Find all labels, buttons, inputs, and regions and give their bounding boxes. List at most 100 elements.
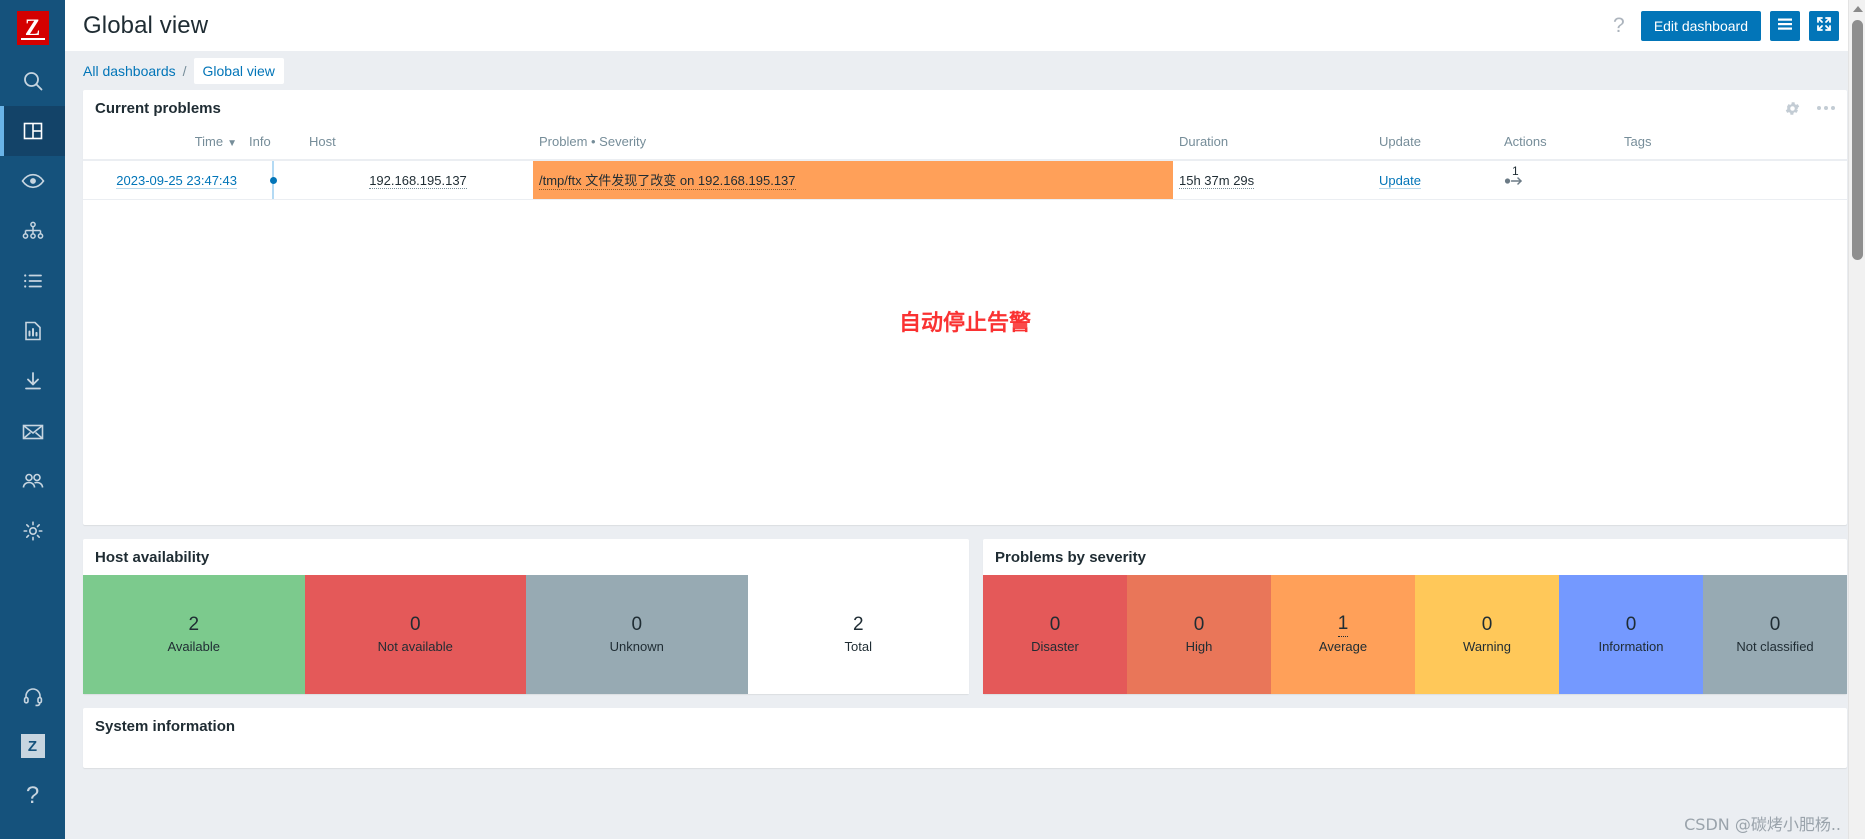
search-icon	[21, 69, 45, 93]
severity-cell-disaster[interactable]: 0 Disaster	[983, 575, 1127, 694]
sidebar-item-alerts[interactable]	[0, 406, 65, 456]
sidebar-item-reports[interactable]	[0, 306, 65, 356]
host-availability-widget: Host availability 2 Available 0 Not avai…	[83, 539, 969, 694]
action-count: 1	[1512, 163, 1519, 178]
breadcrumb-all-dashboards[interactable]: All dashboards	[83, 63, 176, 79]
dashboard-icon	[21, 119, 45, 143]
scrollbar-up-arrow-icon[interactable]	[1849, 0, 1865, 17]
problem-name-link[interactable]: /tmp/ftx 文件发现了改变 on 192.168.195.137	[539, 170, 796, 190]
sidebar-item-zabbix-site[interactable]: Z	[0, 721, 65, 771]
problem-update-link[interactable]: Update	[1379, 172, 1421, 189]
help-icon[interactable]: ?	[1606, 15, 1632, 36]
col-update: Update	[1373, 126, 1498, 161]
dashboard-menu-button[interactable]	[1770, 10, 1800, 41]
breadcrumb-current[interactable]: Global view	[193, 58, 284, 84]
page-title: Global view	[83, 11, 209, 39]
current-problems-widget: Current problems Time ▼ Info Host Proble…	[83, 90, 1847, 525]
severity-warning-count: 0	[1481, 613, 1493, 635]
cell-tags	[1618, 160, 1847, 200]
host-cell-not-available[interactable]: 0 Not available	[304, 575, 526, 694]
zabbix-logo-mark: Z	[16, 11, 49, 45]
cell-update: Update	[1373, 160, 1498, 200]
severity-cell-average[interactable]: 1 Average	[1271, 575, 1415, 694]
widget-more-icon[interactable]	[1817, 106, 1835, 110]
col-actions: Actions	[1498, 126, 1618, 161]
widget-gear-icon[interactable]	[1784, 100, 1801, 117]
top-header: Global view ? Edit dashboard	[65, 0, 1865, 52]
scrollbar-thumb[interactable]	[1852, 20, 1863, 260]
severity-high-count: 0	[1193, 613, 1205, 635]
sidebar-item-support[interactable]	[0, 671, 65, 721]
host-not-available-count: 0	[409, 613, 421, 635]
severity-average-label: Average	[1318, 639, 1368, 655]
host-available-label: Available	[167, 638, 221, 654]
problems-by-severity-header: Problems by severity	[983, 539, 1847, 575]
sidebar: Z Z ?	[0, 0, 65, 839]
severity-cell-not-classified[interactable]: 0 Not classified	[1703, 575, 1847, 694]
host-availability-title: Host availability	[95, 548, 210, 566]
problems-by-severity-widget: Problems by severity 0 Disaster 0 High 1	[983, 539, 1847, 694]
system-information-header: System information	[83, 708, 1847, 744]
headset-icon	[22, 685, 44, 707]
sidebar-item-data-collection[interactable]	[0, 356, 65, 406]
sidebar-item-monitoring[interactable]	[0, 156, 65, 206]
sidebar-item-services[interactable]	[0, 206, 65, 256]
question-icon: ?	[25, 782, 40, 809]
sidebar-item-help[interactable]: ?	[0, 771, 65, 821]
zabbix-logo[interactable]: Z	[0, 0, 65, 56]
z-badge-icon: Z	[20, 734, 45, 758]
kiosk-mode-button[interactable]	[1809, 10, 1839, 41]
col-tags: Tags	[1618, 126, 1847, 161]
severity-cell-warning[interactable]: 0 Warning	[1415, 575, 1559, 694]
edit-dashboard-button[interactable]: Edit dashboard	[1640, 10, 1761, 41]
main-area: Global view ? Edit dashboard All dashboa…	[65, 0, 1865, 839]
col-duration[interactable]: Duration	[1173, 126, 1373, 161]
breadcrumb-separator: /	[182, 63, 187, 79]
page-scrollbar[interactable]	[1848, 0, 1865, 839]
severity-not-classified-count: 0	[1769, 613, 1781, 635]
sidebar-item-users[interactable]	[0, 456, 65, 506]
host-unknown-count: 0	[631, 613, 643, 635]
col-problem-severity[interactable]: Problem • Severity	[533, 126, 1173, 161]
host-not-available-label: Not available	[377, 638, 453, 654]
col-time[interactable]: Time ▼	[83, 126, 243, 161]
host-availability-cells: 2 Available 0 Not available 0 Unknown 2 …	[83, 575, 969, 694]
action-arrow-icon: 1	[1504, 164, 1526, 188]
eye-icon	[20, 169, 46, 193]
col-host[interactable]: Host	[303, 126, 533, 161]
host-unknown-label: Unknown	[609, 638, 664, 654]
current-problems-header: Current problems	[83, 90, 1847, 126]
problem-host-link[interactable]: 192.168.195.137	[369, 172, 467, 189]
sidebar-item-dashboards[interactable]	[0, 106, 65, 156]
cell-info	[243, 160, 303, 200]
cell-actions: 1	[1498, 160, 1618, 200]
host-cell-total[interactable]: 2 Total	[747, 575, 969, 694]
host-total-count: 2	[852, 613, 864, 635]
problem-duration[interactable]: 15h 37m 29s	[1179, 172, 1255, 189]
header-actions: ? Edit dashboard	[1606, 10, 1839, 41]
col-info[interactable]: Info	[243, 126, 303, 161]
download-icon	[21, 369, 45, 393]
host-cell-available[interactable]: 2 Available	[83, 575, 305, 694]
sidebar-item-administration[interactable]	[0, 506, 65, 556]
severity-average-count[interactable]: 1	[1337, 612, 1349, 638]
problem-severity-cell: /tmp/ftx 文件发现了改变 on 192.168.195.137	[533, 161, 1173, 199]
table-row[interactable]: 2023-09-25 23:47:43 192.168.195.137 /tmp…	[83, 160, 1847, 200]
severity-information-count: 0	[1625, 613, 1637, 635]
severity-cell-high[interactable]: 0 High	[1127, 575, 1271, 694]
host-cell-unknown[interactable]: 0 Unknown	[526, 575, 748, 694]
col-time-label: Time	[194, 134, 224, 149]
severity-cell-information[interactable]: 0 Information	[1559, 575, 1703, 694]
problem-actions[interactable]: 1	[1498, 164, 1618, 188]
sidebar-item-inventory[interactable]	[0, 256, 65, 306]
host-total-label: Total	[844, 638, 872, 654]
cell-problem-severity: /tmp/ftx 文件发现了改变 on 192.168.195.137	[533, 160, 1173, 200]
list-icon	[21, 269, 45, 293]
timeline-dot-icon	[269, 176, 277, 184]
severity-disaster-label: Disaster	[1031, 638, 1079, 654]
problem-time-link[interactable]: 2023-09-25 23:47:43	[116, 172, 237, 189]
report-chart-icon	[21, 319, 45, 343]
severity-information-label: Information	[1598, 638, 1664, 654]
sidebar-item-search[interactable]	[0, 56, 65, 106]
widget-action-icons	[1784, 100, 1835, 117]
